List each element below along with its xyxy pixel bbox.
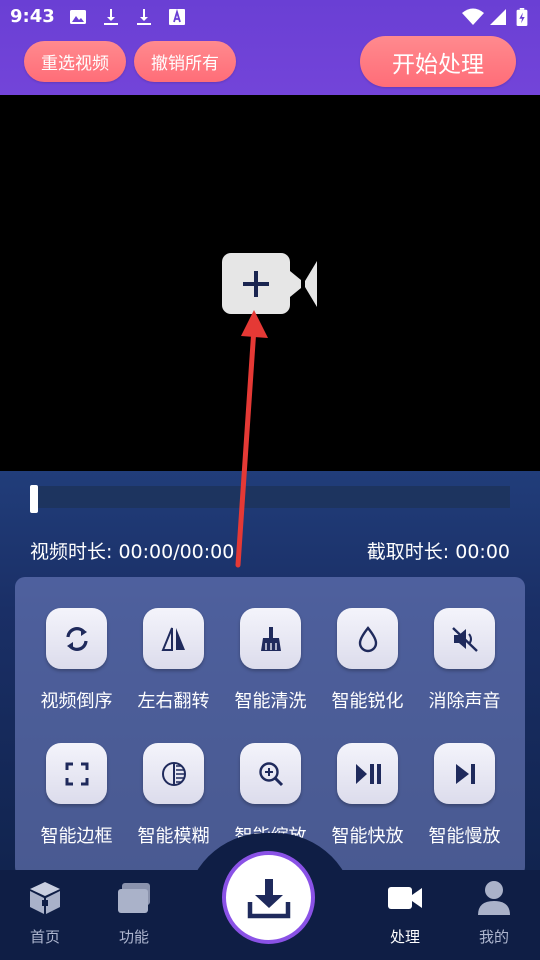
- tool-sharpen-label: 智能锐化: [331, 691, 404, 712]
- blur-icon: [161, 761, 186, 786]
- tool-blur-button[interactable]: [143, 743, 204, 804]
- tool-reverse-button[interactable]: [46, 608, 107, 669]
- tool-clean[interactable]: 智能清洗: [222, 608, 319, 718]
- nav-functions[interactable]: 功能: [89, 870, 179, 960]
- tool-mute-button[interactable]: [434, 608, 495, 669]
- reselect-video-button[interactable]: 重选视频: [24, 41, 126, 82]
- tool-reverse[interactable]: 视频倒序: [28, 608, 125, 718]
- tool-mute-label: 消除声音: [428, 691, 501, 712]
- timeline-track[interactable]: [30, 485, 510, 513]
- undo-all-button[interactable]: 撤销所有: [134, 41, 236, 82]
- nav-me-label: 我的: [478, 928, 509, 946]
- start-processing-button[interactable]: 开始处理: [360, 36, 516, 87]
- home-cube-icon: [30, 882, 60, 914]
- video-preview: [0, 95, 540, 471]
- image-notification-icon: [70, 10, 86, 24]
- edit-panel: 视频时长: 00:00/00:00 截取时长: 00:00 视频倒序 左右翻转 …: [0, 471, 540, 877]
- tool-blur[interactable]: 智能模糊: [125, 743, 222, 853]
- nav-me[interactable]: 我的: [449, 870, 539, 960]
- tool-slow-label: 智能慢放: [428, 826, 501, 847]
- battery-icon: [516, 8, 528, 26]
- user-icon: [478, 881, 510, 915]
- tools-grid: 视频倒序 左右翻转 智能清洗 智能锐化 消除声音 智能边框 智能模糊 智能快放 …: [15, 577, 525, 877]
- nav-functions-label: 功能: [118, 928, 149, 946]
- nav-process[interactable]: 处理: [360, 870, 450, 960]
- flip-horizontal-icon: [161, 627, 185, 651]
- tool-clean-button[interactable]: [240, 608, 301, 669]
- mute-icon: [451, 626, 478, 652]
- tool-slow-button[interactable]: [434, 743, 495, 804]
- tool-border-button[interactable]: [46, 743, 107, 804]
- status-time: 9:43: [10, 6, 55, 27]
- download-icon: [247, 878, 290, 918]
- tool-blur-label: 智能模糊: [137, 826, 210, 847]
- download-notification-icon: [104, 9, 118, 25]
- timeline-handle[interactable]: [30, 485, 38, 513]
- slow-play-icon: [455, 763, 475, 784]
- tool-clean-label: 智能清洗: [234, 691, 307, 712]
- video-duration-text: 视频时长: 00:00/00:00: [30, 541, 235, 563]
- clip-duration-text: 截取时长: 00:00: [366, 541, 510, 563]
- tool-sharpen[interactable]: 智能锐化: [319, 608, 416, 718]
- play-pause-icon: [355, 763, 381, 784]
- signal-icon: [490, 9, 506, 25]
- tool-fast[interactable]: 智能快放: [319, 743, 416, 853]
- nav-home-label: 首页: [29, 928, 60, 946]
- download-notification-icon-2: [137, 9, 151, 25]
- tool-slow[interactable]: 智能慢放: [416, 743, 513, 853]
- refresh-icon: [65, 626, 88, 651]
- tool-flip[interactable]: 左右翻转: [125, 608, 222, 718]
- broom-icon: [260, 626, 281, 651]
- tool-mute[interactable]: 消除声音: [416, 608, 513, 718]
- droplet-icon: [358, 625, 377, 652]
- frame-icon: [65, 762, 88, 785]
- folder-icon: [118, 883, 150, 913]
- zoom-icon: [258, 761, 283, 786]
- tool-flip-button[interactable]: [143, 608, 204, 669]
- nav-process-label: 处理: [389, 928, 420, 946]
- tool-flip-label: 左右翻转: [137, 691, 210, 712]
- video-camera-icon: [388, 887, 422, 909]
- top-bar: 9:43 重选视频 撤销所有 开始处理: [0, 0, 540, 95]
- tool-fast-button[interactable]: [337, 743, 398, 804]
- nav-home[interactable]: 首页: [0, 870, 90, 960]
- add-video-icon[interactable]: [221, 253, 319, 315]
- font-notification-icon: [169, 8, 185, 25]
- tool-border[interactable]: 智能边框: [28, 743, 125, 853]
- download-fab-button[interactable]: [222, 851, 315, 944]
- tool-border-label: 智能边框: [40, 826, 113, 847]
- tool-zoom-button[interactable]: [240, 743, 301, 804]
- tool-reverse-label: 视频倒序: [40, 691, 113, 712]
- tool-sharpen-button[interactable]: [337, 608, 398, 669]
- status-bar: 9:43: [0, 0, 540, 36]
- wifi-icon: [462, 8, 484, 25]
- tool-fast-label: 智能快放: [331, 826, 404, 847]
